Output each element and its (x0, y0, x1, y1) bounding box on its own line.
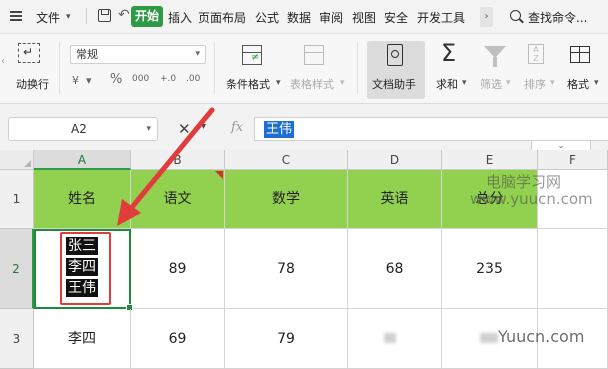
annotation-arrow-icon (117, 107, 215, 226)
